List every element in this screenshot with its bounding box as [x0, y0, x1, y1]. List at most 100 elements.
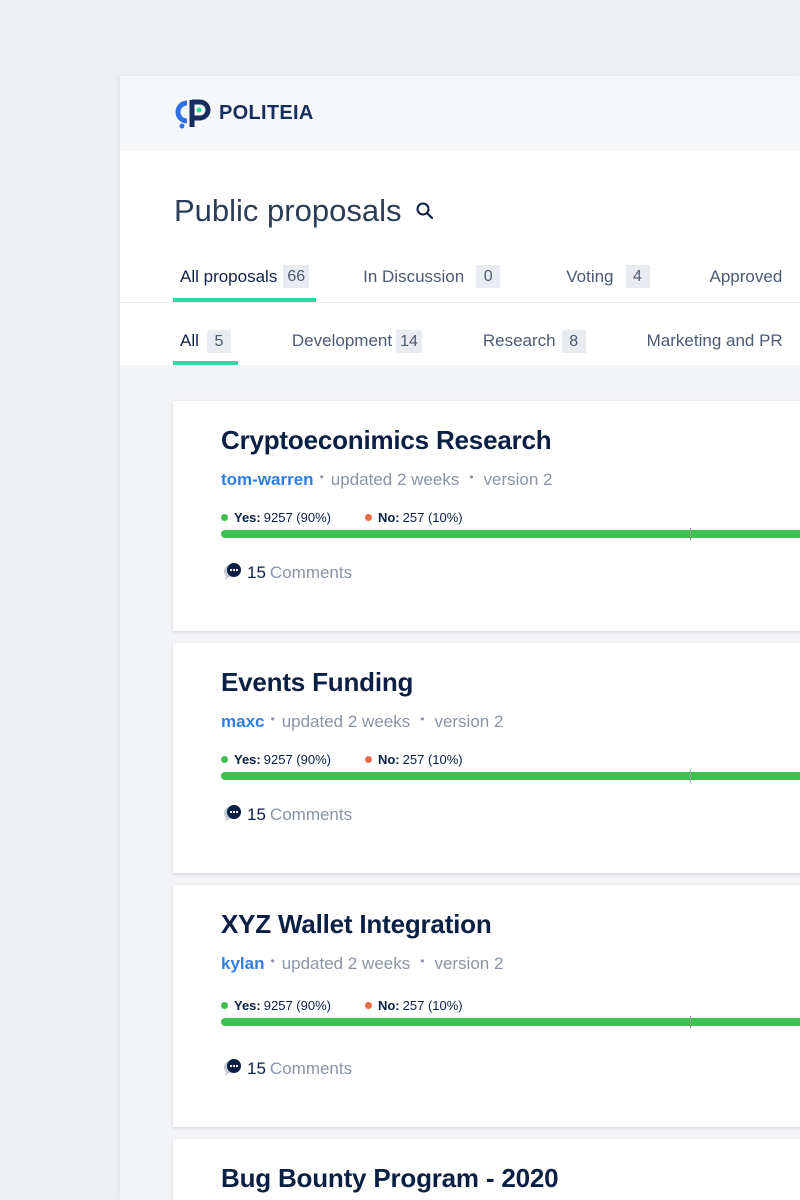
comments-count: 15	[247, 563, 266, 582]
subtab-research[interactable]: Research 8	[476, 321, 593, 365]
no-value: 257 (10%)	[402, 510, 463, 525]
subtab-count: 8	[561, 329, 586, 353]
proposal-meta: kylan • updated 2 weeks • version 2	[221, 954, 800, 974]
no-value: 257 (10%)	[402, 998, 463, 1013]
proposal-updated: updated 2 weeks	[330, 470, 460, 489]
no-votes: No: 257 (10%)	[364, 510, 463, 525]
tab-label: Voting	[566, 266, 614, 286]
tab-all-proposals[interactable]: All proposals 66	[173, 255, 317, 302]
yes-label: Yes:	[234, 998, 261, 1013]
proposal-title[interactable]: Bug Bounty Program - 2020	[221, 1163, 800, 1194]
yes-votes: Yes: 9257 (90%)	[221, 510, 331, 525]
vote-progress-bar	[221, 770, 800, 782]
proposal-card[interactable]: Bug Bounty Program - 2020	[173, 1139, 800, 1200]
proposal-card[interactable]: Cryptoeconimics Research tom-warren • up…	[173, 401, 800, 631]
subtab-count: 5	[206, 329, 231, 353]
proposal-meta: maxc • updated 2 weeks • version 2	[221, 712, 800, 732]
comments-label: Comments	[269, 563, 353, 582]
yes-value: 9257 (90%)	[263, 752, 331, 767]
no-label: No:	[377, 998, 400, 1013]
no-bullet-icon	[364, 1002, 372, 1009]
comment-bubble-icon	[223, 805, 241, 822]
proposal-title[interactable]: Events Funding	[221, 667, 800, 698]
proposal-updated: updated 2 weeks	[281, 712, 411, 731]
comment-bubble-icon	[223, 1059, 241, 1076]
no-label: No:	[377, 510, 400, 525]
proposal-title[interactable]: Cryptoeconimics Research	[221, 425, 800, 456]
title-row: Public proposals	[120, 151, 800, 256]
yes-votes: Yes: 9257 (90%)	[221, 998, 331, 1013]
vote-progress-bar	[221, 528, 800, 540]
comments-label: Comments	[269, 1059, 353, 1078]
subtab-label: Development	[291, 331, 393, 350]
tab-count: 4	[625, 265, 650, 288]
separator-dot: •	[270, 712, 275, 726]
tab-label: In Discussion	[363, 266, 465, 286]
separator-dot: •	[469, 470, 474, 484]
tab-count: 0	[476, 265, 501, 288]
vote-progress-bar	[221, 1016, 800, 1028]
proposal-version: version 2	[434, 712, 504, 731]
comments-count: 15	[247, 805, 266, 824]
separator-dot: •	[420, 954, 425, 968]
subtab-count: 14	[396, 329, 422, 353]
subtab-all[interactable]: All 5	[173, 321, 238, 365]
yes-value: 9257 (90%)	[263, 998, 331, 1013]
separator-dot: •	[270, 954, 275, 968]
subtab-marketing-and-pr[interactable]: Marketing and PR	[640, 321, 790, 365]
no-votes: No: 257 (10%)	[364, 998, 463, 1013]
proposal-version: version 2	[483, 470, 553, 489]
yes-value: 9257 (90%)	[263, 510, 331, 525]
no-bullet-icon	[364, 756, 372, 763]
yes-label: Yes:	[234, 510, 261, 525]
tab-label: Approved	[709, 266, 783, 286]
comments-link[interactable]: 15 Comments	[221, 538, 800, 608]
no-label: No:	[377, 752, 400, 767]
yes-label: Yes:	[234, 752, 261, 767]
proposal-list: Cryptoeconimics Research tom-warren • up…	[120, 365, 800, 1200]
page-title: Public proposals	[174, 192, 402, 228]
subtab-label: Marketing and PR	[646, 331, 783, 350]
comments-count: 15	[247, 1059, 266, 1078]
quorum-marker	[690, 528, 691, 540]
tab-approved[interactable]: Approved	[703, 255, 790, 302]
filters-panel: Public proposals All proposals 66 In Dis…	[120, 151, 800, 365]
no-value: 257 (10%)	[402, 752, 463, 767]
logo-text: POLITEIA	[219, 102, 314, 124]
proposal-meta: tom-warren • updated 2 weeks • version 2	[221, 470, 800, 490]
proposal-author-link[interactable]: tom-warren	[221, 470, 314, 490]
separator-dot: •	[420, 712, 425, 726]
app-window: POLITEIA Public proposals All proposals …	[120, 76, 800, 1200]
politeia-logo[interactable]: POLITEIA	[173, 97, 314, 131]
tab-label: All proposals	[180, 266, 278, 286]
comments-link[interactable]: 15 Comments	[221, 780, 800, 850]
separator-dot: •	[319, 470, 324, 484]
quorum-marker	[690, 770, 691, 782]
proposal-author-link[interactable]: kylan	[221, 954, 264, 974]
politeia-logo-icon	[175, 99, 211, 128]
tab-count: 66	[283, 265, 310, 288]
yes-bullet-icon	[221, 514, 228, 521]
proposal-card[interactable]: Events Funding maxc • updated 2 weeks • …	[173, 643, 800, 873]
proposal-title[interactable]: XYZ Wallet Integration	[221, 909, 800, 940]
proposal-updated: updated 2 weeks	[281, 954, 411, 973]
comment-bubble-icon	[223, 563, 241, 580]
proposal-author-link[interactable]: maxc	[221, 712, 264, 732]
yes-votes: Yes: 9257 (90%)	[221, 752, 331, 767]
subtab-development[interactable]: Development 14	[285, 321, 429, 365]
app-header: POLITEIA	[120, 76, 800, 151]
search-icon[interactable]	[415, 201, 435, 221]
subtab-label: All	[180, 331, 199, 350]
comments-link[interactable]: 15 Comments	[221, 1026, 800, 1104]
no-votes: No: 257 (10%)	[364, 752, 463, 767]
vote-summary: Yes: 9257 (90%) No: 257 (10%)	[221, 510, 800, 525]
yes-bullet-icon	[221, 1002, 228, 1009]
quorum-marker	[690, 1016, 691, 1028]
no-bullet-icon	[364, 514, 372, 521]
tab-voting[interactable]: Voting 4	[559, 255, 656, 302]
comments-label: Comments	[269, 805, 353, 824]
vote-summary: Yes: 9257 (90%) No: 257 (10%)	[221, 998, 800, 1013]
proposal-card[interactable]: XYZ Wallet Integration kylan • updated 2…	[173, 885, 800, 1127]
tab-in-discussion[interactable]: In Discussion 0	[356, 255, 507, 302]
category-tabs: All 5 Development 14 Research 8 Marketin…	[120, 303, 800, 365]
